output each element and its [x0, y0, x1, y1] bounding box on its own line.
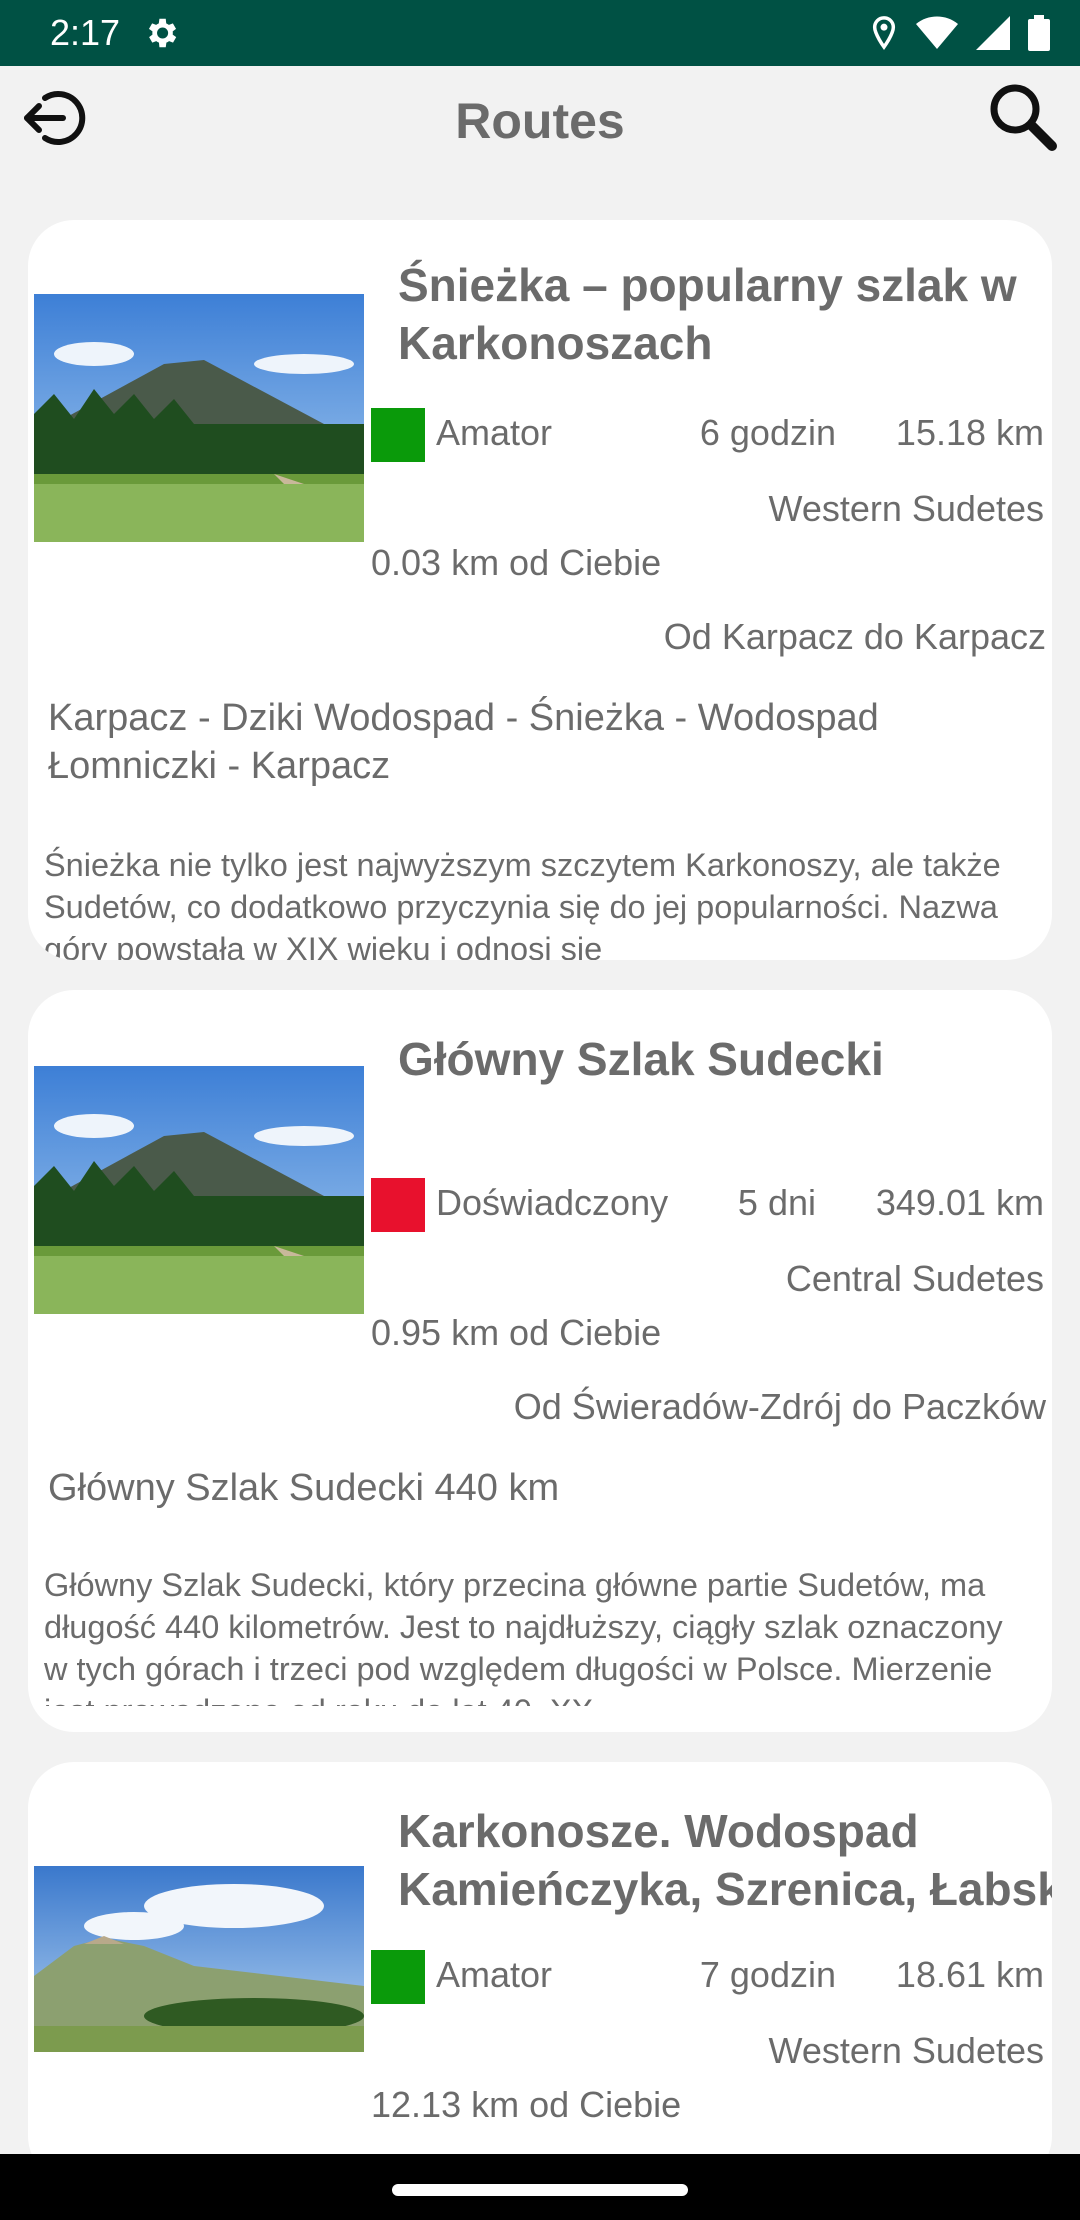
- route-distance: 15.18 km: [895, 412, 1044, 453]
- route-card[interactable]: Główny Szlak Sudecki Doświadczony 5 dni …: [28, 990, 1052, 1732]
- route-region: Central Sudetes: [785, 1258, 1044, 1299]
- system-nav-bar: [0, 2154, 1080, 2220]
- route-card[interactable]: Śnieżka – popularny szlak w Karkonoszach…: [28, 220, 1052, 960]
- route-description: Główny Szlak Sudecki, który przecina głó…: [44, 1567, 1003, 1706]
- route-duration: 5 dni: [737, 1182, 816, 1223]
- route-title: Karkonosze. Wodospad Kamieńczyka, Szreni…: [398, 1805, 1052, 1915]
- route-region: Western Sudetes: [768, 488, 1044, 529]
- route-title: Główny Szlak Sudecki: [398, 1033, 884, 1085]
- route-duration: 6 godzin: [699, 412, 836, 453]
- difficulty-indicator: [371, 1950, 425, 2004]
- route-distance: 349.01 km: [875, 1182, 1044, 1223]
- route-waypoints: Główny Szlak Sudecki 440 km: [48, 1467, 560, 1509]
- difficulty-indicator: [371, 1178, 425, 1232]
- route-image: [34, 1866, 364, 2052]
- difficulty-label: Amator: [436, 1954, 553, 1995]
- home-gesture-handle[interactable]: [392, 2184, 688, 2196]
- route-card[interactable]: Karkonosze. Wodospad Kamieńczyka, Szreni…: [28, 1762, 1052, 2182]
- route-duration: 7 godzin: [699, 1954, 836, 1995]
- route-description: Śnieżka nie tylko jest najwyższym szczyt…: [44, 847, 1001, 960]
- route-image: [34, 1066, 364, 1314]
- difficulty-label: Doświadczony: [436, 1182, 669, 1223]
- route-image: [34, 294, 364, 542]
- distance-from-user: 0.95 km od Ciebie: [371, 1312, 662, 1353]
- route-start-end: Od Świeradów-Zdrój do Paczków: [513, 1386, 1046, 1427]
- route-start-end: Od Karpacz do Karpacz: [663, 616, 1046, 657]
- difficulty-label: Amator: [436, 412, 553, 453]
- route-region: Western Sudetes: [768, 2030, 1044, 2071]
- distance-from-user: 0.03 km od Ciebie: [371, 542, 662, 583]
- route-distance: 18.61 km: [895, 1954, 1044, 1995]
- routes-list: Śnieżka – popularny szlak w Karkonoszach…: [0, 0, 1080, 2220]
- distance-from-user: 12.13 km od Ciebie: [371, 2084, 682, 2125]
- route-title: Śnieżka – popularny szlak w Karkonoszach: [398, 259, 1017, 369]
- difficulty-indicator: [371, 408, 425, 462]
- route-waypoints: Karpacz - Dziki Wodospad - Śnieżka - Wod…: [48, 697, 879, 787]
